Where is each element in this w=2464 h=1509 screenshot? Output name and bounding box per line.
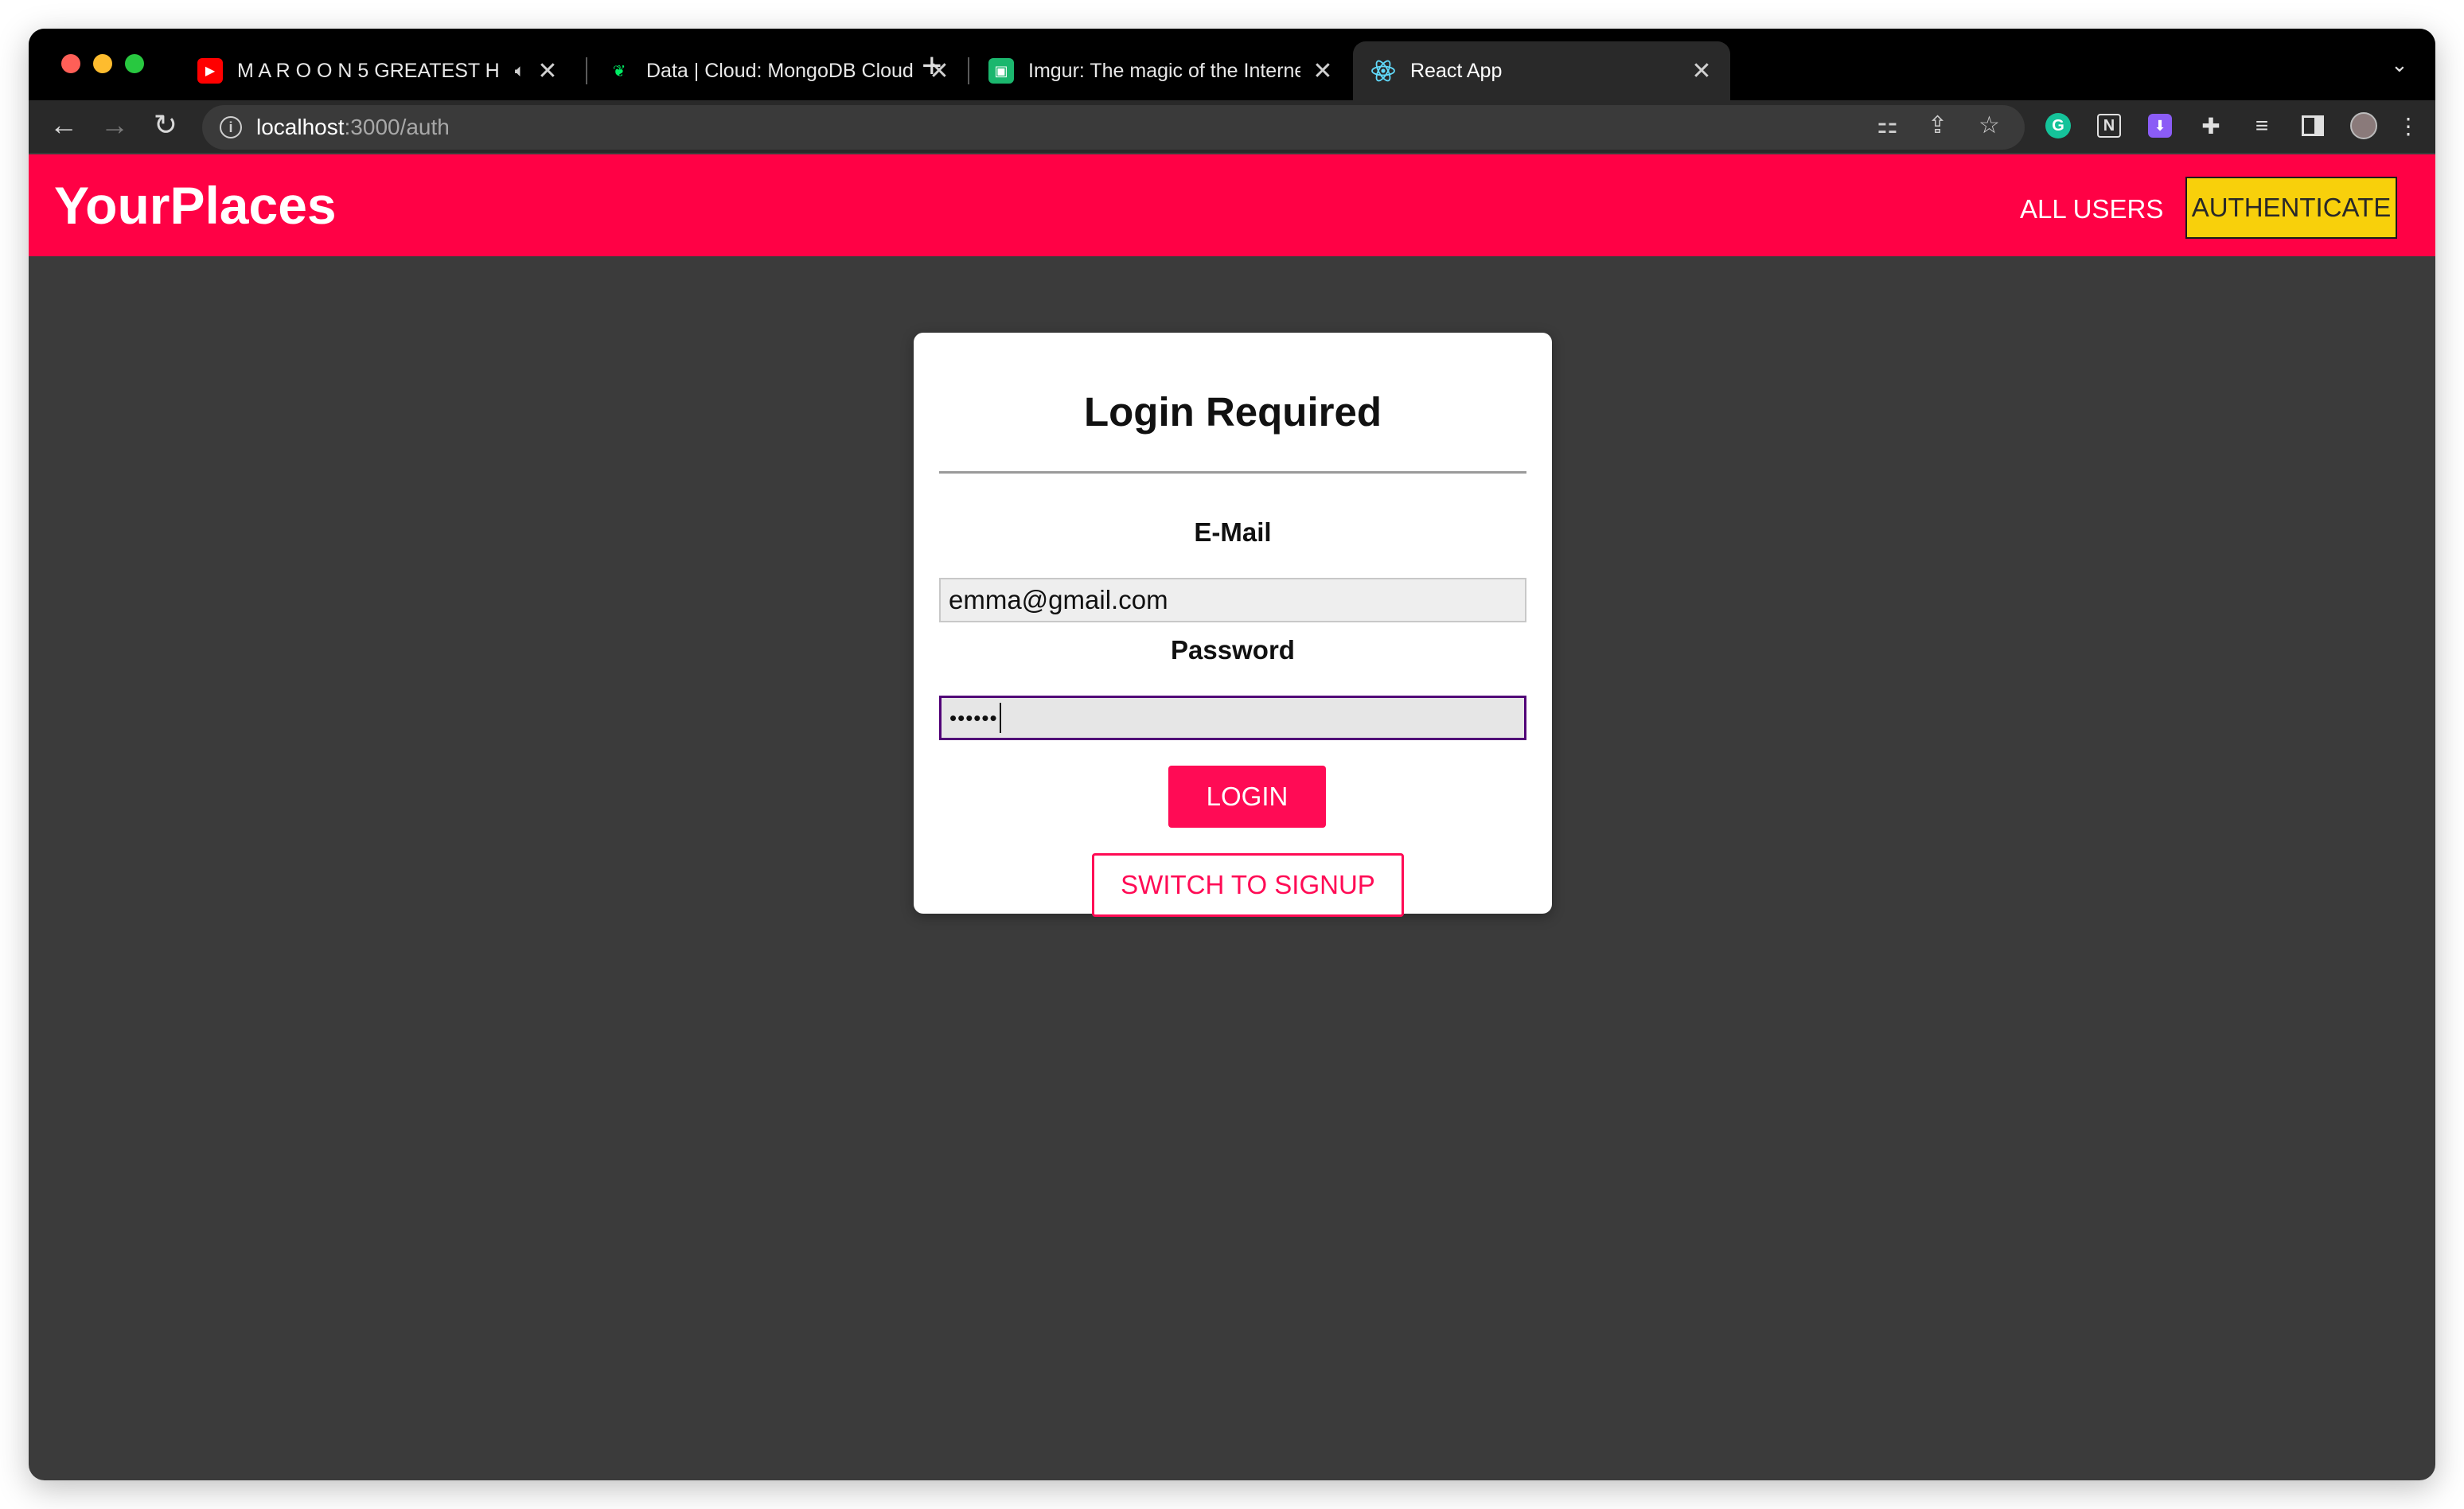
notion-icon[interactable]: N	[2093, 110, 2125, 142]
switch-to-signup-button[interactable]: SWITCH TO SIGNUP	[1092, 853, 1404, 917]
close-tab-icon[interactable]: ✕	[1690, 57, 1713, 85]
password-field[interactable]: ••••••	[939, 696, 1526, 740]
react-icon	[1370, 58, 1396, 84]
imgur-icon: ▣	[988, 58, 1014, 84]
tab-react-app[interactable]: React App ✕	[1353, 41, 1730, 100]
side-panel-icon[interactable]	[2297, 110, 2329, 142]
login-button[interactable]: LOGIN	[1168, 766, 1326, 828]
speaker-icon[interactable]: 🔈︎	[515, 60, 525, 81]
tab-strip: ▶ M A R O O N 5 GREATEST H 🔈︎ ✕ ❦ Data |…	[29, 29, 2435, 100]
more-menu-icon[interactable]: ⋮	[2392, 110, 2424, 142]
close-tab-icon[interactable]: ✕	[1312, 57, 1334, 85]
close-window-button[interactable]	[61, 54, 80, 73]
password-value: ••••••	[949, 705, 998, 730]
tab-title: Data | Cloud: MongoDB Cloud	[646, 59, 914, 82]
mongodb-leaf-icon: ❦	[612, 62, 626, 80]
grammarly-icon[interactable]: G	[2042, 110, 2074, 142]
tab-imgur[interactable]: ▣ Imgur: The magic of the Interne ✕	[971, 41, 1351, 100]
reload-icon[interactable]: ↻	[148, 108, 183, 142]
new-tab-icon[interactable]: +	[922, 46, 942, 86]
password-label: Password	[1171, 635, 1295, 665]
text-cursor	[999, 703, 1001, 733]
nav-link-all-users[interactable]: ALL USERS	[2020, 194, 2163, 224]
profile-avatar[interactable]	[2348, 110, 2380, 142]
save-extension-icon[interactable]: ⬇	[2144, 110, 2176, 142]
nav-link-authenticate[interactable]: AUTHENTICATE	[2185, 177, 2397, 239]
back-arrow-icon[interactable]: ←	[46, 108, 81, 142]
browser-toolbar: ← → ↻ i localhost :3000/auth ⚏ ⇪ ☆ G N ⬇…	[29, 100, 2435, 153]
tab-divider	[968, 57, 969, 84]
tab-youtube[interactable]: ▶ M A R O O N 5 GREATEST H 🔈︎ ✕	[180, 41, 576, 100]
email-label: E-Mail	[1194, 517, 1272, 547]
tab-title: M A R O O N 5 GREATEST H	[237, 59, 500, 82]
close-tab-icon[interactable]: ✕	[536, 57, 559, 85]
main-navigation: YourPlaces ALL USERS AUTHENTICATE	[29, 154, 2435, 256]
translate-icon[interactable]: ⚏	[1877, 111, 1898, 139]
reading-list-icon[interactable]: ≡	[2246, 110, 2278, 142]
youtube-icon: ▶	[197, 58, 223, 84]
info-icon[interactable]: i	[220, 116, 242, 138]
address-bar[interactable]: i localhost :3000/auth	[202, 105, 2025, 150]
tab-mongodb[interactable]: ❦ Data | Cloud: MongoDB Cloud ✕	[589, 41, 968, 100]
minimize-window-button[interactable]	[93, 54, 112, 73]
tab-title: React App	[1410, 59, 1503, 82]
tab-divider	[586, 57, 587, 84]
bookmark-star-icon[interactable]: ☆	[1979, 111, 2000, 139]
url-path: :3000/auth	[344, 115, 450, 139]
email-field[interactable]	[939, 578, 1526, 622]
extensions-puzzle-icon[interactable]: ✚	[2195, 110, 2227, 142]
tab-title: Imgur: The magic of the Interne	[1028, 59, 1300, 82]
share-icon[interactable]: ⇪	[1928, 111, 1947, 139]
url-host: localhost	[256, 115, 345, 139]
app-logo[interactable]: YourPlaces	[54, 175, 337, 236]
divider	[939, 471, 1526, 474]
maximize-window-button[interactable]	[125, 54, 144, 73]
forward-arrow-icon[interactable]: →	[97, 108, 132, 142]
chevron-down-icon[interactable]: ⌄	[2391, 53, 2408, 77]
auth-title: Login Required	[1084, 389, 1382, 435]
browser-window: ▶ M A R O O N 5 GREATEST H 🔈︎ ✕ ❦ Data |…	[29, 29, 2435, 1480]
